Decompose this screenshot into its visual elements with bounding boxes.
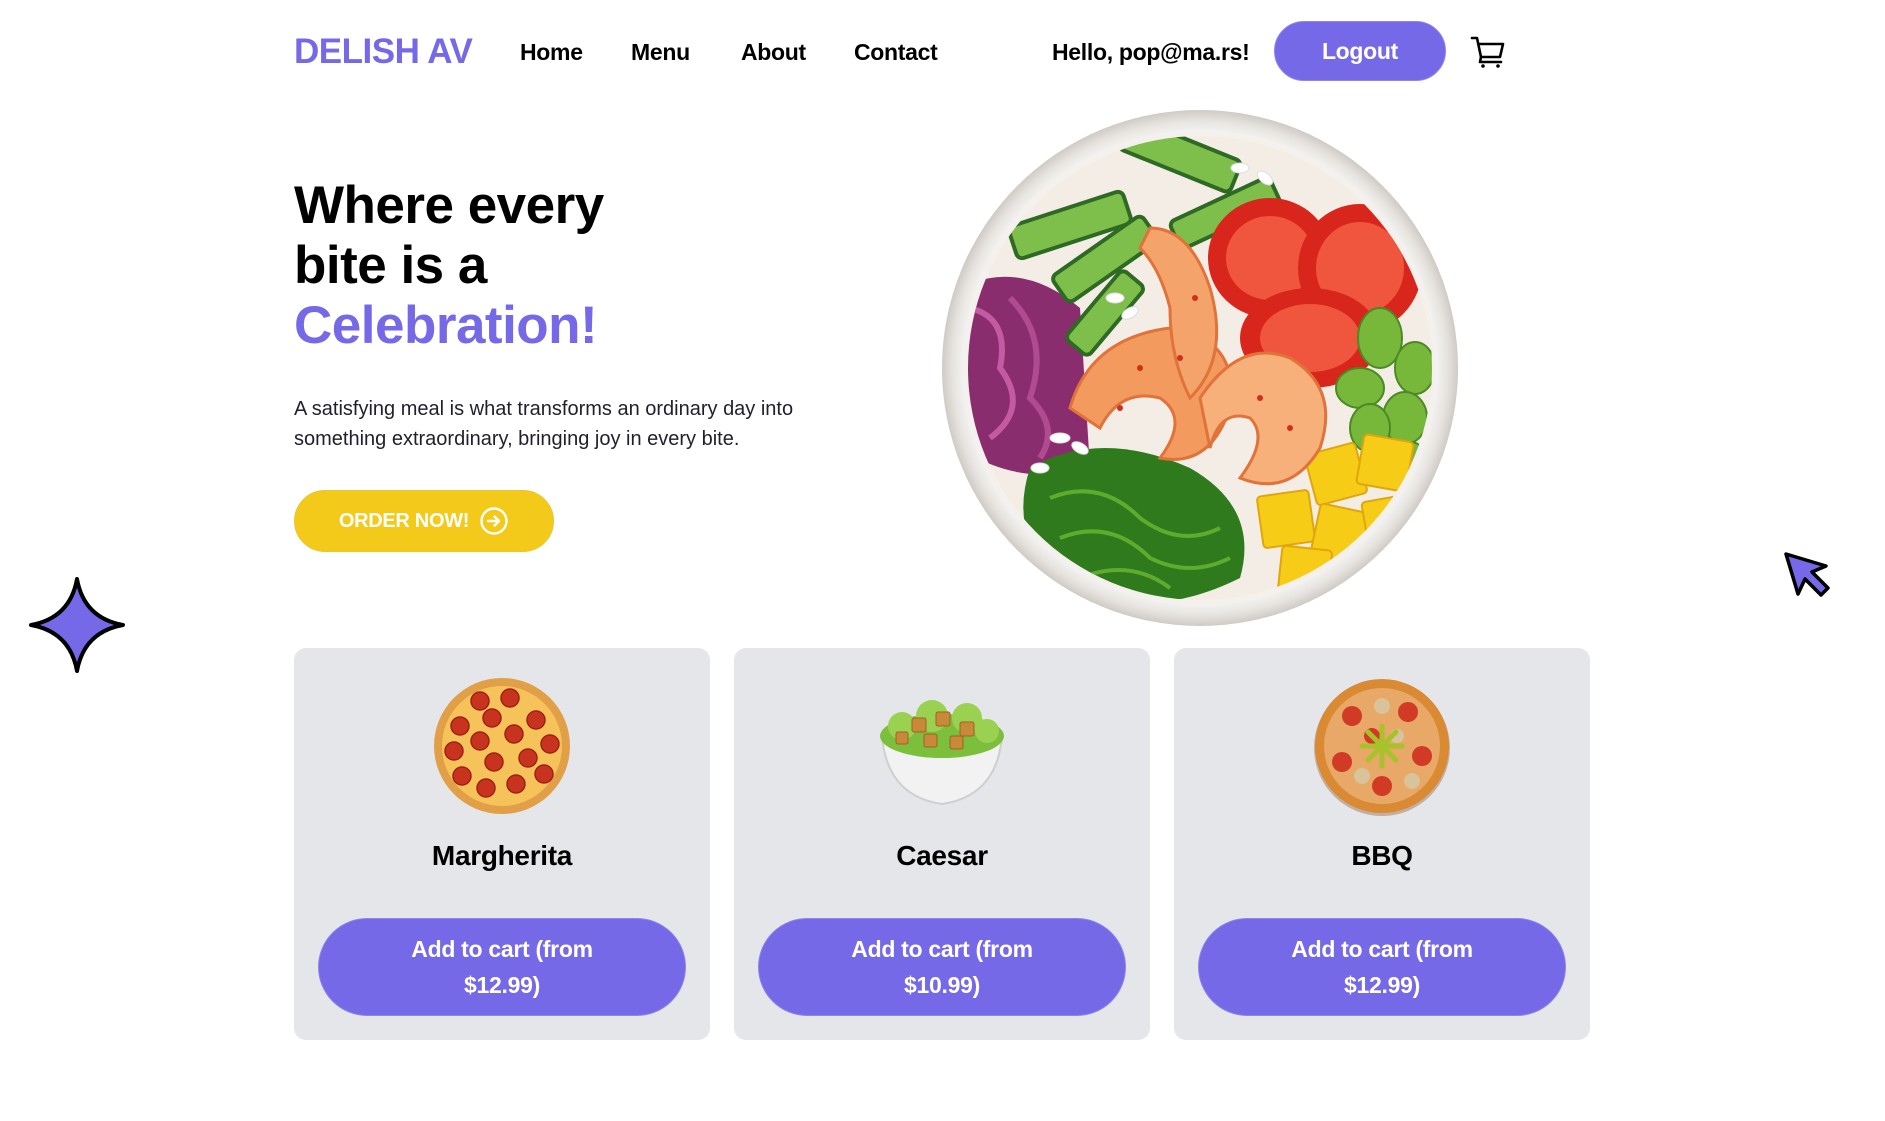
poke-bowl-image (942, 110, 1458, 626)
product-name: Margherita (431, 840, 573, 871)
bbq-pizza-image (1314, 679, 1450, 816)
order-now-button[interactable]: ORDER NOW! (294, 490, 554, 552)
logo[interactable]: DELISH AV (294, 30, 473, 74)
caesar-salad-image (880, 700, 1004, 806)
pepperoni-pizza-image (434, 678, 570, 814)
hero-description: A satisfying meal is what transforms an … (294, 398, 794, 450)
product-card: Margherita Add to cart (from $12.99) (294, 648, 710, 1040)
product-card: Caesar Add to cart (from $10.99) (734, 648, 1150, 1040)
nav-link-menu[interactable]: Menu (631, 36, 690, 68)
nav-link-home[interactable]: Home (520, 36, 583, 68)
hero-title-line-1: Where every (294, 176, 604, 235)
nav-link-contact[interactable]: Contact (854, 36, 938, 68)
add-to-cart-button[interactable]: Add to cart (from $12.99) (318, 918, 686, 1016)
product-name: Caesar (896, 840, 988, 871)
shopping-cart-icon[interactable] (1470, 35, 1506, 69)
order-now-label: ORDER NOW! (338, 509, 470, 532)
sparkle-star-icon (29, 577, 125, 673)
user-greeting: Hello, pop@ma.rs! (1052, 39, 1250, 65)
cursor-arrow-icon (1784, 552, 1830, 597)
add-to-cart-button[interactable]: Add to cart (from $10.99) (758, 918, 1126, 1016)
add-to-cart-button[interactable]: Add to cart (from $12.99) (1198, 918, 1566, 1016)
logout-button[interactable]: Logout (1274, 21, 1446, 81)
arrow-right-circle-icon (480, 507, 508, 535)
product-card: BBQ Add to cart (from $12.99) (1174, 648, 1590, 1040)
hero-title-accent: Celebration! (294, 296, 598, 355)
product-name: BBQ (1351, 840, 1413, 871)
hero-title-line-2: bite is a (294, 236, 487, 295)
product-list: Margherita Add to cart (from $12.99) Cae… (294, 648, 1590, 1040)
hero-title: Where every bite is a Celebration! (294, 176, 604, 356)
nav-link-about[interactable]: About (741, 36, 806, 68)
